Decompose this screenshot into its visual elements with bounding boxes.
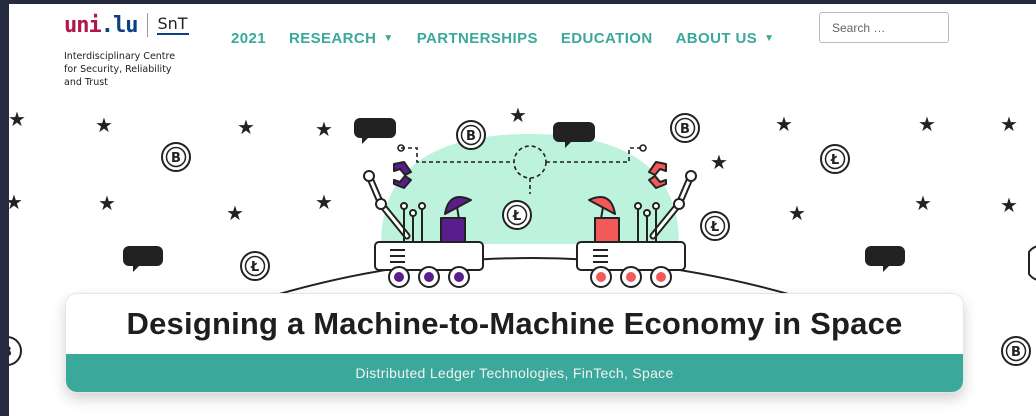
star-icon: ★ xyxy=(509,103,527,127)
svg-text:B: B xyxy=(9,345,12,360)
hero-title: Designing a Machine-to-Machine Economy i… xyxy=(126,306,903,341)
snt-logo: SnT xyxy=(156,14,189,35)
nav-item-2021[interactable]: 2021 xyxy=(231,30,266,47)
star-icon: ★ xyxy=(315,190,333,214)
star-icon: ★ xyxy=(1000,193,1018,217)
star-icon: ★ xyxy=(788,201,806,225)
nav-item-label: 2021 xyxy=(231,30,266,47)
bitcoin-coin-icon: B xyxy=(9,336,22,366)
hero-title-area: Designing a Machine-to-Machine Economy i… xyxy=(66,294,963,354)
window-frame-left xyxy=(0,0,9,416)
svg-text:B: B xyxy=(466,129,476,144)
nav-item-research[interactable]: RESEARCH ▼ xyxy=(289,30,394,47)
star-icon: ★ xyxy=(9,190,23,214)
star-icon: ★ xyxy=(1000,112,1018,136)
web-page: ★ ★ ★ ★ ★ ★ ★ ★ ★ ★ ★ ★ ★ ★ ★ ★ B B B B … xyxy=(9,4,1036,416)
bitcoin-coin-icon: B xyxy=(670,113,700,143)
bitcoin-coin-icon: B xyxy=(161,142,191,172)
logo-lu-text: .lu xyxy=(100,12,139,38)
search-input[interactable] xyxy=(819,12,949,43)
litecoin-coin-icon xyxy=(1028,245,1036,281)
logo-subtitle-line: Interdisciplinary Centre xyxy=(64,51,176,62)
bitcoin-coin-icon: B xyxy=(1001,336,1031,366)
svg-text:Ł: Ł xyxy=(830,153,839,168)
logo-subtitle-line: for Security, Reliability xyxy=(64,64,172,75)
nav-item-label: EDUCATION xyxy=(560,30,653,47)
star-icon: ★ xyxy=(918,112,936,136)
site-logo[interactable]: uni .lu SnT Interdisciplinary Centre for … xyxy=(64,12,234,89)
nav-item-about-us[interactable]: ABOUT US ▼ xyxy=(676,30,775,47)
star-icon: ★ xyxy=(226,201,244,225)
svg-text:B: B xyxy=(171,151,181,166)
bitcoin-coin-icon: B xyxy=(456,120,486,150)
star-icon: ★ xyxy=(95,113,113,137)
svg-text:Ł: Ł xyxy=(512,209,521,224)
litecoin-coin-icon: Ł xyxy=(700,211,730,241)
nav-item-education[interactable]: EDUCATION xyxy=(561,30,653,47)
nav-item-partnerships[interactable]: PARTNERSHIPS xyxy=(417,30,538,47)
svg-text:Ł: Ł xyxy=(250,260,259,275)
star-icon: ★ xyxy=(9,107,26,131)
logo-divider xyxy=(146,13,148,37)
star-icon: ★ xyxy=(775,112,793,136)
hero-subtitle: Distributed Ledger Technologies, FinTech… xyxy=(355,365,674,381)
star-icon: ★ xyxy=(914,191,932,215)
litecoin-coin-icon: Ł xyxy=(240,251,270,281)
speech-bubble-icon xyxy=(123,246,163,272)
chevron-down-icon: ▼ xyxy=(764,33,775,44)
svg-text:B: B xyxy=(680,122,690,137)
hero-title-card: Designing a Machine-to-Machine Economy i… xyxy=(65,293,964,393)
svg-text:B: B xyxy=(1011,345,1021,360)
main-navigation: 2021 RESEARCH ▼ PARTNERSHIPS EDUCATION AB… xyxy=(231,30,797,47)
logo-subtitle-line: and Trust xyxy=(64,77,108,88)
nav-item-label: ABOUT US xyxy=(675,30,758,47)
logo-subtitle: Interdisciplinary Centre for Security, R… xyxy=(64,50,234,89)
litecoin-coin-icon: Ł xyxy=(502,200,532,230)
litecoin-coin-icon: Ł xyxy=(820,144,850,174)
star-icon: ★ xyxy=(98,191,116,215)
speech-bubble-icon xyxy=(354,118,396,144)
hero-subtitle-bar: Distributed Ledger Technologies, FinTech… xyxy=(66,354,963,392)
star-icon: ★ xyxy=(237,115,255,139)
logo-uni-text: uni xyxy=(64,12,102,38)
nav-item-label: RESEARCH xyxy=(288,30,377,47)
star-icon: ★ xyxy=(315,117,333,141)
star-icon: ★ xyxy=(710,150,728,174)
uni-lu-logo: uni .lu xyxy=(64,13,138,38)
nav-item-label: PARTNERSHIPS xyxy=(416,30,538,47)
svg-text:Ł: Ł xyxy=(710,220,719,235)
chevron-down-icon: ▼ xyxy=(383,33,394,44)
speech-bubble-icon xyxy=(865,246,905,272)
